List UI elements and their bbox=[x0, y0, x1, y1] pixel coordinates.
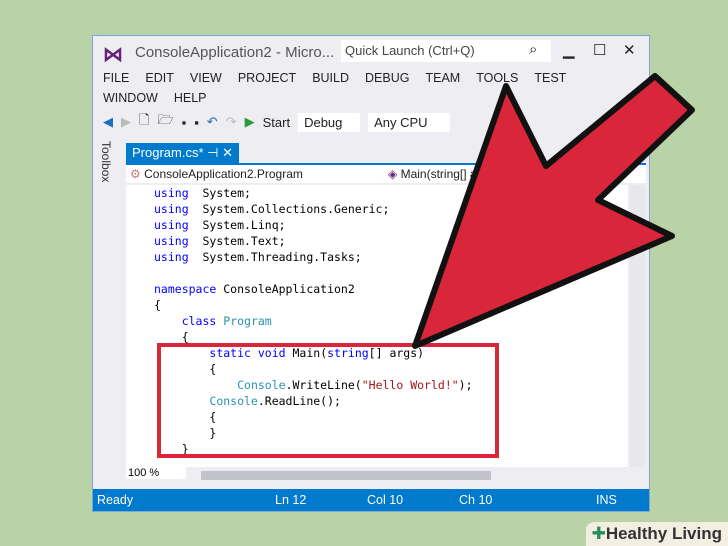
plus-leaf-icon: ✚ bbox=[591, 524, 606, 543]
healthy-living-logo: ✚Healthy Living bbox=[585, 522, 728, 546]
watermark-text: Healthy Living bbox=[605, 524, 722, 543]
red-arrow-icon bbox=[412, 73, 695, 349]
